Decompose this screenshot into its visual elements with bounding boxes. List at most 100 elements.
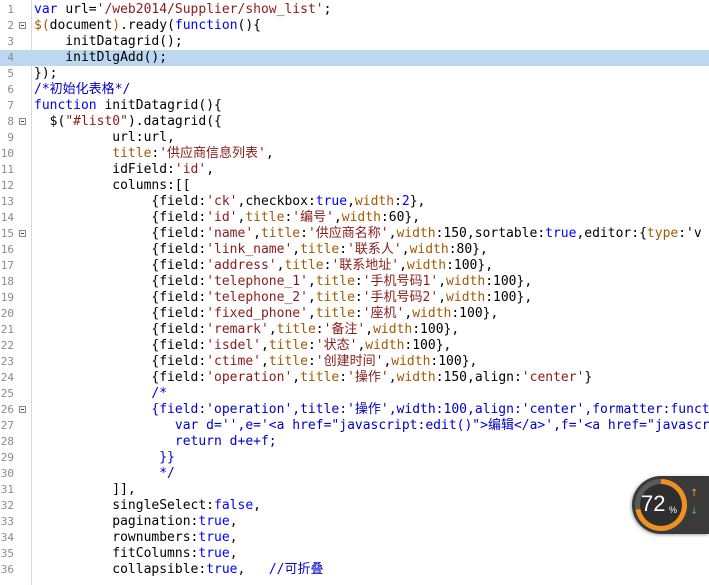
code-token: :	[354, 306, 363, 321]
code-token: ,	[399, 258, 407, 273]
code-token: {field:	[34, 306, 207, 321]
code-token: function	[34, 98, 105, 113]
code-token: ,	[347, 194, 355, 209]
code-token: url=	[65, 2, 97, 17]
code-token: title	[300, 242, 340, 257]
code-line[interactable]: 9 url:url,	[0, 130, 709, 146]
code-token: collapsible:	[34, 562, 207, 577]
code-line[interactable]: 27 var d='',e='<a href="javascript:edit(…	[0, 418, 709, 434]
line-number: 18	[0, 275, 14, 288]
code-text: {field:'ck',checkbox:true,width:2},	[34, 194, 425, 210]
code-token: (){	[237, 18, 262, 33]
code-token: :60},	[380, 210, 421, 225]
code-text: {field:'operation',title:'操作',width:100,…	[34, 402, 709, 418]
code-token: */	[34, 466, 175, 481]
code-token: width	[406, 258, 447, 273]
code-line[interactable]: 21 {field:'remark',title:'备注',width:100}…	[0, 322, 709, 338]
code-token: "#list0"	[65, 114, 128, 129]
code-token: true	[206, 562, 238, 577]
code-line[interactable]: 3 initDatagrid();	[0, 34, 709, 50]
code-token: title	[315, 274, 355, 289]
code-line[interactable]: 34 rownumbers:true,	[0, 530, 709, 546]
code-token: ,	[307, 306, 316, 321]
code-text: {field:'ctime',title:'创建时间',width:100},	[34, 354, 477, 370]
code-token: ,	[365, 322, 374, 337]
code-line[interactable]: 32 singleSelect:false,	[0, 498, 709, 514]
code-token: {field:	[34, 338, 207, 353]
line-number: 15	[0, 227, 14, 240]
code-token: 'center'	[521, 370, 585, 385]
code-text: {field:'address',title:'联系地址',width:100}…	[34, 258, 493, 274]
code-text: initDatagrid();	[34, 34, 182, 50]
code-line[interactable]: 13 {field:'ck',checkbox:true,width:2},	[0, 194, 709, 210]
code-line[interactable]: 19 {field:'telephone_2',title:'手机号码2',wi…	[0, 290, 709, 306]
fold-toggle-icon[interactable]	[19, 118, 26, 125]
code-line[interactable]: 24 {field:'operation',title:'操作',width:1…	[0, 370, 709, 386]
code-token: document	[49, 18, 113, 33]
code-line[interactable]: 5});	[0, 66, 709, 82]
memory-usage-widget[interactable]: 72 % ↑ ↓	[632, 476, 709, 534]
code-line[interactable]: 8 $("#list0").datagrid({	[0, 114, 709, 130]
code-line[interactable]: 29 }}	[0, 450, 709, 466]
line-number: 5	[7, 67, 14, 80]
fold-toggle-icon[interactable]	[19, 22, 26, 29]
code-line[interactable]: 10 title:'供应商信息列表',	[0, 146, 709, 162]
code-token: :100},	[485, 290, 533, 305]
code-token: /*	[34, 386, 168, 401]
code-token: :'v	[678, 226, 702, 241]
code-line[interactable]: 35 fitColumns:true,	[0, 546, 709, 562]
code-token: '手机号码1'	[362, 274, 439, 289]
code-token: width	[341, 210, 381, 225]
code-line[interactable]: 22 {field:'isdel',title:'状态',width:100},	[0, 338, 709, 354]
code-text: function initDatagrid(){	[34, 98, 222, 114]
code-line[interactable]: 4 initDlgAdd();	[0, 50, 709, 66]
code-token: {field:	[34, 210, 207, 225]
code-line[interactable]: 28 return d+e+f;	[0, 434, 709, 450]
code-line[interactable]: 1 var url='/web2014/Supplier/show_list';	[0, 2, 709, 18]
code-token: width	[391, 354, 431, 369]
fold-toggle-icon[interactable]	[19, 230, 26, 237]
code-line[interactable]: 20 {field:'fixed_phone',title:'座机',width…	[0, 306, 709, 322]
code-line[interactable]: 25 /*	[0, 386, 709, 402]
code-token: title	[315, 290, 355, 305]
code-line[interactable]: 17 {field:'address',title:'联系地址',width:1…	[0, 258, 709, 274]
code-line[interactable]: 2 $(document).ready(function(){	[0, 18, 709, 34]
code-line[interactable]: 23 {field:'ctime',title:'创建时间',width:100…	[0, 354, 709, 370]
code-token: :100},	[404, 338, 452, 353]
code-token: :	[300, 226, 308, 241]
code-token: {field:	[34, 322, 207, 337]
code-token: :	[354, 290, 363, 305]
code-token: ,	[388, 370, 397, 385]
code-line[interactable]: 12 columns:[[	[0, 178, 709, 194]
code-token: ,	[260, 338, 269, 353]
code-line[interactable]: 26 {field:'operation',title:'操作',width:1…	[0, 402, 709, 418]
code-token: ,	[229, 514, 238, 529]
code-text: {field:'id',title:'编号',width:60},	[34, 210, 420, 226]
code-line[interactable]: 14 {field:'id',title:'编号',width:60},	[0, 210, 709, 226]
code-token: }	[584, 370, 593, 385]
code-line[interactable]: 36 collapsible:true, //可折叠	[0, 562, 709, 578]
fold-toggle-icon[interactable]	[19, 406, 26, 413]
code-line[interactable]: 11 idField:'id',	[0, 162, 709, 178]
code-line[interactable]: 15 {field:'name',title:'供应商名称',width:150…	[0, 226, 709, 242]
code-token: 'isdel'	[206, 338, 261, 353]
code-token: },	[409, 194, 426, 209]
code-token: )	[112, 18, 121, 33]
code-token: width	[412, 306, 452, 321]
code-line[interactable]: 18 {field:'telephone_1',title:'手机号码1',wi…	[0, 274, 709, 290]
code-token: 'link_name'	[206, 242, 293, 257]
code-line[interactable]: 31 ]],	[0, 482, 709, 498]
code-line[interactable]: 6 /*初始化表格*/	[0, 82, 709, 98]
code-line[interactable]: 33 pagination:true,	[0, 514, 709, 530]
code-token: '创建时间'	[315, 354, 384, 369]
code-token: url:url,	[34, 130, 175, 145]
code-token: ,	[260, 354, 269, 369]
code-line[interactable]: 7 function initDatagrid(){	[0, 98, 709, 114]
code-token: ,	[237, 562, 269, 577]
line-number: 22	[0, 339, 14, 352]
code-token: width	[365, 338, 405, 353]
code-line[interactable]: 16 {field:'link_name',title:'联系人',width:…	[0, 242, 709, 258]
code-line[interactable]: 30 */	[0, 466, 709, 482]
usage-percent-value: 72	[641, 491, 666, 516]
code-editor[interactable]: 1 var url='/web2014/Supplier/show_list'; 2…	[0, 0, 709, 585]
